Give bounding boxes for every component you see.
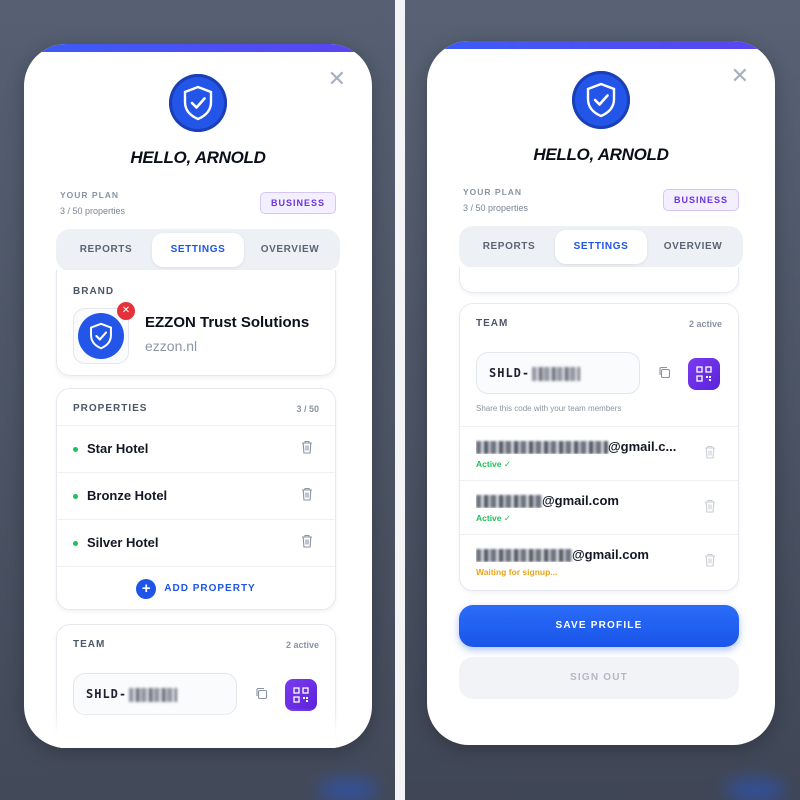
team-member-row: @gmail.c... Active ✓ bbox=[460, 426, 738, 480]
member-email: @gmail.com bbox=[476, 547, 691, 563]
email-domain: @gmail.com bbox=[572, 547, 649, 562]
property-row[interactable]: Silver Hotel bbox=[57, 519, 335, 566]
redacted-email bbox=[476, 441, 608, 455]
trash-icon[interactable] bbox=[704, 553, 716, 572]
member-status: Waiting for signup... bbox=[476, 567, 558, 577]
property-row[interactable]: Bronze Hotel bbox=[57, 472, 335, 519]
tab-bar: REPORTS SETTINGS OVERVIEW bbox=[459, 226, 743, 268]
trash-icon[interactable] bbox=[301, 440, 313, 459]
brand-heading: BRAND bbox=[73, 286, 115, 297]
team-count: 2 active bbox=[285, 640, 319, 650]
qr-code-icon bbox=[696, 366, 712, 382]
team-code: SHLD- bbox=[86, 687, 178, 702]
shield-check-icon bbox=[572, 71, 630, 129]
property-name: Star Hotel bbox=[87, 441, 149, 456]
shield-check-icon bbox=[169, 74, 227, 132]
status-dot bbox=[73, 494, 78, 499]
close-icon[interactable]: ✕ bbox=[731, 65, 749, 87]
tab-reports[interactable]: REPORTS bbox=[463, 230, 555, 264]
trash-icon[interactable] bbox=[301, 487, 313, 506]
qr-code-button[interactable] bbox=[285, 679, 317, 711]
profile-modal: ✕ HELLO, ARNOLD YOUR PLAN 3 / 50 propert… bbox=[24, 44, 372, 748]
modal-accent-bar bbox=[427, 41, 775, 49]
right-screenshot: ✕ HELLO, ARNOLD YOUR PLAN 3 / 50 propert… bbox=[405, 0, 800, 800]
team-member-row: @gmail.com Waiting for signup... bbox=[460, 534, 738, 588]
copy-icon[interactable] bbox=[658, 366, 671, 384]
email-domain: @gmail.c... bbox=[608, 439, 677, 454]
plan-label: YOUR PLAN bbox=[60, 190, 120, 200]
close-icon[interactable]: ✕ bbox=[328, 68, 346, 90]
redacted-email bbox=[476, 549, 572, 563]
plan-label: YOUR PLAN bbox=[463, 187, 523, 197]
background-blob bbox=[318, 778, 378, 800]
team-section: TEAM 2 active SHLD- Share this code with… bbox=[459, 303, 739, 591]
tab-settings[interactable]: SETTINGS bbox=[555, 230, 647, 264]
plan-badge: BUSINESS bbox=[259, 192, 336, 214]
greeting-title: HELLO, ARNOLD bbox=[533, 145, 669, 164]
trash-icon[interactable] bbox=[704, 499, 716, 518]
brand-name: EZZON Trust Solutions bbox=[145, 314, 310, 331]
modal-accent-bar bbox=[24, 44, 372, 52]
status-dot bbox=[73, 447, 78, 452]
save-profile-button[interactable]: SAVE PROFILE bbox=[459, 605, 739, 647]
screenshot-divider bbox=[395, 0, 405, 800]
tab-overview[interactable]: OVERVIEW bbox=[244, 233, 336, 267]
greeting-title: HELLO, ARNOLD bbox=[130, 148, 266, 167]
brand-url: ezzon.nl bbox=[145, 338, 198, 354]
member-email: @gmail.c... bbox=[476, 439, 691, 455]
tab-settings[interactable]: SETTINGS bbox=[152, 233, 244, 267]
copy-icon[interactable] bbox=[255, 687, 268, 705]
tab-reports[interactable]: REPORTS bbox=[60, 233, 152, 267]
team-code-prefix: SHLD- bbox=[86, 687, 128, 701]
plan-usage: 3 / 50 properties bbox=[60, 206, 126, 216]
brand-section: BRAND ✕ EZZON Trust Solutions ezzon.nl bbox=[56, 270, 336, 376]
email-domain: @gmail.com bbox=[542, 493, 619, 508]
plus-icon: + bbox=[136, 578, 157, 599]
trash-icon[interactable] bbox=[301, 534, 313, 553]
plan-badge: BUSINESS bbox=[662, 189, 739, 211]
property-row[interactable]: Star Hotel bbox=[57, 425, 335, 472]
team-count: 2 active bbox=[688, 319, 722, 329]
team-heading: TEAM bbox=[476, 318, 509, 329]
team-member-row: @gmail.com Active ✓ bbox=[460, 480, 738, 534]
redacted-code bbox=[129, 687, 178, 702]
profile-modal: ✕ HELLO, ARNOLD YOUR PLAN 3 / 50 propert… bbox=[427, 41, 775, 745]
team-heading: TEAM bbox=[73, 639, 106, 650]
plan-usage: 3 / 50 properties bbox=[463, 203, 529, 213]
qr-code-icon bbox=[293, 687, 309, 703]
properties-section: PROPERTIES 3 / 50 Star Hotel Bronze Hote… bbox=[56, 388, 336, 610]
properties-heading: PROPERTIES bbox=[73, 403, 148, 414]
member-email: @gmail.com bbox=[476, 493, 691, 509]
qr-code-button[interactable] bbox=[688, 358, 720, 390]
member-status: Active ✓ bbox=[476, 513, 511, 523]
sign-out-button[interactable]: SIGN OUT bbox=[459, 657, 739, 699]
tab-overview[interactable]: OVERVIEW bbox=[647, 230, 739, 264]
properties-section-edge bbox=[459, 267, 739, 293]
team-code-prefix: SHLD- bbox=[489, 366, 531, 380]
status-dot bbox=[73, 541, 78, 546]
property-name: Bronze Hotel bbox=[87, 488, 168, 503]
team-code-field[interactable]: SHLD- bbox=[476, 352, 640, 394]
team-code: SHLD- bbox=[489, 366, 581, 381]
redacted-email bbox=[476, 495, 542, 509]
background-blob bbox=[725, 778, 785, 800]
property-name: Silver Hotel bbox=[87, 535, 159, 550]
share-hint: Share this code with your team members bbox=[476, 404, 622, 413]
redacted-code bbox=[532, 366, 581, 381]
add-property-button[interactable]: + ADD PROPERTY bbox=[57, 566, 335, 610]
left-screenshot: ✕ HELLO, ARNOLD YOUR PLAN 3 / 50 propert… bbox=[0, 0, 395, 800]
remove-icon[interactable]: ✕ bbox=[117, 302, 135, 320]
member-status: Active ✓ bbox=[476, 459, 511, 469]
properties-count: 3 / 50 bbox=[296, 404, 319, 414]
scroll-fade bbox=[24, 708, 372, 748]
trash-icon[interactable] bbox=[704, 445, 716, 464]
tab-bar: REPORTS SETTINGS OVERVIEW bbox=[56, 229, 340, 271]
add-property-label: ADD PROPERTY bbox=[164, 583, 256, 594]
shield-check-icon bbox=[78, 313, 124, 359]
